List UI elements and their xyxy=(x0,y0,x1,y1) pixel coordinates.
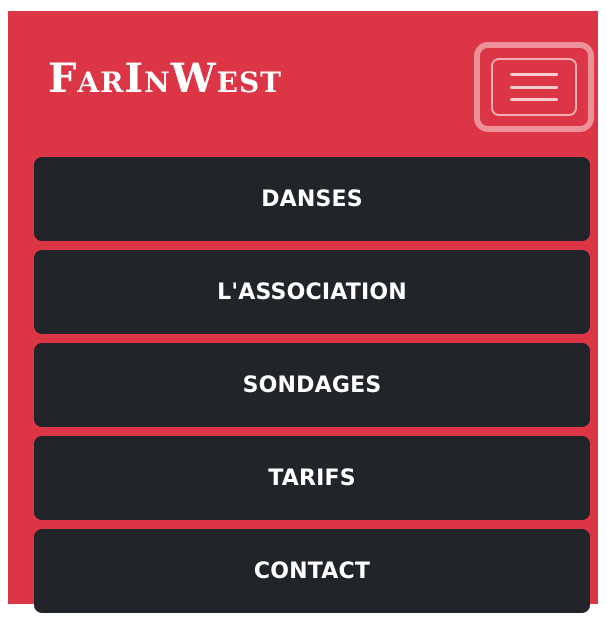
menu-toggle-inner xyxy=(491,58,577,116)
nav-item-association[interactable]: L'ASSOCIATION xyxy=(34,250,590,334)
hamburger-line xyxy=(510,73,558,76)
nav-item-danses[interactable]: DANSES xyxy=(34,157,590,241)
nav-item-sondages[interactable]: SONDAGES xyxy=(34,343,590,427)
brand-logo[interactable]: FarInWest xyxy=(48,59,282,99)
navbar: FarInWest DANSES L'ASSOCIATION SONDAGES … xyxy=(8,11,598,613)
nav-menu: DANSES L'ASSOCIATION SONDAGES TARIFS CON… xyxy=(34,157,590,622)
hamburger-line xyxy=(510,98,558,101)
hamburger-icon xyxy=(510,73,558,101)
menu-toggle-button[interactable] xyxy=(474,42,594,132)
hamburger-line xyxy=(510,85,558,89)
nav-item-tarifs[interactable]: TARIFS xyxy=(34,436,590,520)
nav-item-contact[interactable]: CONTACT xyxy=(34,529,590,613)
